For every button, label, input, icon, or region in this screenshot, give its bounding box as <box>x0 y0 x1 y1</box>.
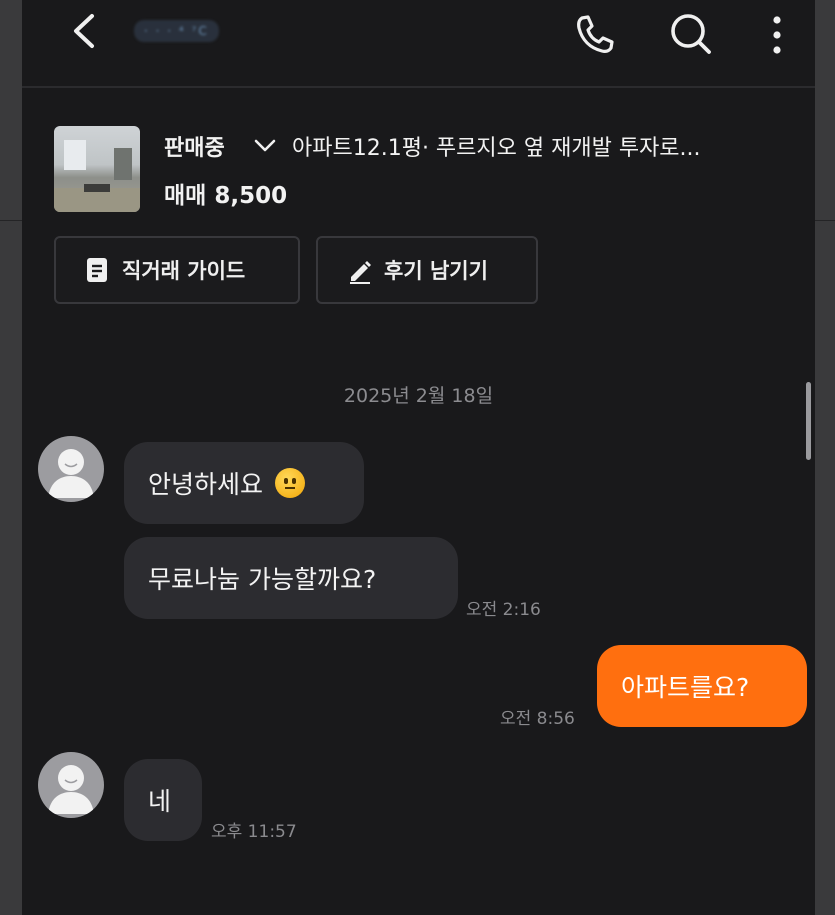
scrollbar[interactable] <box>806 382 811 460</box>
message-text: 무료나눔 가능할까요? <box>148 565 377 594</box>
product-card[interactable]: 판매중 아파트12.1평· 푸르지오 옆 재개발 투자로... 매매 8,500 <box>54 124 804 214</box>
pencil-icon <box>346 256 372 284</box>
message-text: 아파트를요? <box>621 673 750 702</box>
message-text: 안녕하세요 <box>148 470 264 499</box>
more-vertical-icon[interactable] <box>752 8 802 58</box>
back-arrow-icon[interactable] <box>62 8 108 54</box>
product-price: 매매 8,500 <box>164 183 288 209</box>
message-text: 네 <box>148 787 172 816</box>
message-time: 오전 8:56 <box>500 709 575 729</box>
chat-screen: · · · ⁴ ⁷C 판매중 아파트12.1평· 푸르지오 옆 재개발 투자로.… <box>22 0 815 915</box>
avatar[interactable] <box>38 436 104 502</box>
avatar[interactable] <box>38 752 104 818</box>
product-thumbnail[interactable] <box>54 126 140 212</box>
left-border <box>0 0 22 915</box>
phone-icon[interactable] <box>568 8 620 58</box>
header-divider <box>22 86 815 88</box>
direct-trade-guide-button[interactable]: 직거래 가이드 <box>54 236 300 304</box>
message-time: 오후 11:57 <box>211 822 297 842</box>
chevron-down-icon[interactable] <box>252 132 278 158</box>
message-time: 오전 2:16 <box>466 600 541 620</box>
write-review-button[interactable]: 후기 남기기 <box>316 236 538 304</box>
top-bar: · · · ⁴ ⁷C <box>22 0 815 86</box>
message-bubble[interactable]: 네 <box>124 759 202 841</box>
my-message-bubble[interactable]: 아파트를요? <box>597 645 807 727</box>
date-separator: 2025년 2월 18일 <box>343 385 494 407</box>
slightly-smiling-face-icon <box>275 468 306 498</box>
guide-label: 직거래 가이드 <box>122 259 246 283</box>
message-bubble[interactable]: 무료나눔 가능할까요? <box>124 537 458 619</box>
message-bubble[interactable]: 안녕하세요 <box>124 442 364 524</box>
product-title: 아파트12.1평· 푸르지오 옆 재개발 투자로... <box>292 136 701 161</box>
sale-status[interactable]: 판매중 <box>164 130 225 162</box>
review-label: 후기 남기기 <box>384 259 488 283</box>
chat-partner-name: · · · ⁴ ⁷C <box>134 14 260 48</box>
document-icon <box>84 256 110 284</box>
right-border <box>815 0 835 915</box>
search-icon[interactable] <box>664 8 716 58</box>
